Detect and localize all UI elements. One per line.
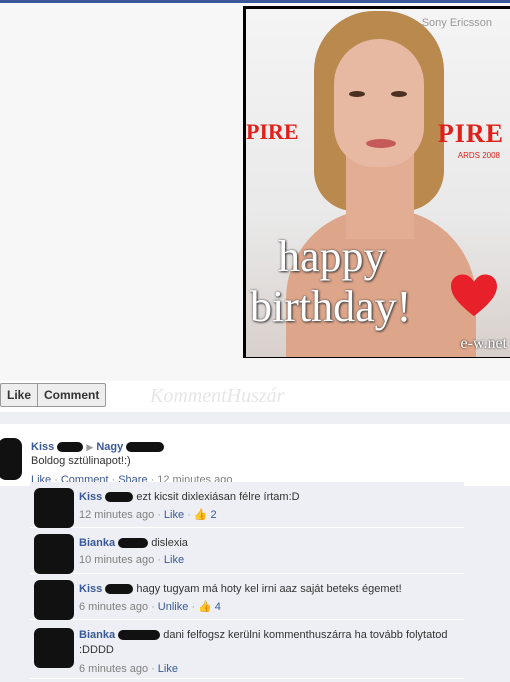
awards-text: ARDS 2008: [457, 151, 500, 160]
comment-meta: 12 minutes ago · Like · 👍 2: [79, 509, 217, 521]
redacted-name: [105, 492, 134, 503]
comment-like-link[interactable]: Like: [158, 663, 178, 675]
avatar[interactable]: [34, 628, 74, 668]
comment-author[interactable]: Kiss: [79, 583, 102, 595]
logo-right-text: PIRE: [437, 119, 504, 148]
post-header: Kiss ▶ Nagy: [31, 441, 165, 453]
author-name[interactable]: Kiss: [31, 441, 54, 453]
comment-timestamp: 6 minutes ago: [79, 663, 149, 675]
comment-timestamp: 6 minutes ago: [79, 601, 149, 613]
comment-like-link[interactable]: Like: [164, 554, 184, 566]
thumbs-up-icon: 👍: [193, 509, 208, 521]
comments-section: Kiss ▶ Nagy Boldog sztülinapot!:) Like · C…: [0, 412, 510, 682]
comment-item: Kiss hagy tugyam má hoty kel irni aaz sa…: [30, 574, 464, 620]
comment-button[interactable]: Comment: [37, 384, 105, 406]
comment-text: dislexia: [151, 537, 188, 549]
thumbs-up-icon: 👍: [198, 601, 212, 613]
comment-body: Bianka dislexia: [79, 536, 188, 551]
eye-right: [391, 91, 407, 97]
photo-credit: e-w.net: [460, 335, 508, 352]
avatar[interactable]: [0, 438, 22, 480]
comment-timestamp: 10 minutes ago: [79, 554, 155, 566]
post-text: Boldog sztülinapot!:): [31, 455, 131, 467]
lips: [366, 139, 396, 148]
redacted-name: [118, 538, 149, 549]
photo-frame[interactable]: Sony Ericsson PIRE PIRE ARDS 2008 happy …: [243, 6, 510, 358]
comment-text: hagy tugyam má hoty kel irni aaz saját b…: [136, 583, 402, 595]
redacted-name: [57, 442, 84, 453]
comment-body: Bianka dani felfogsz kerülni kommenthusz…: [79, 628, 449, 658]
arrow-icon: ▶: [86, 442, 94, 452]
avatar[interactable]: [34, 534, 74, 574]
comment-like-link[interactable]: Like: [164, 509, 184, 521]
birthday-photo: Sony Ericsson PIRE PIRE ARDS 2008 happy …: [246, 9, 510, 357]
eye-left: [349, 91, 365, 97]
wall-post: Kiss ▶ Nagy Boldog sztülinapot!:) Like · C…: [0, 424, 510, 486]
redacted-name: [118, 630, 161, 641]
photo-sponsor-text: Sony Ericsson: [421, 17, 492, 29]
logo-left-text: PIRE: [246, 119, 299, 144]
comment-item: Bianka dislexia 10 minutes ago · Like: [30, 528, 464, 574]
like-count[interactable]: 2: [211, 509, 217, 521]
photo-actions: Like Comment: [0, 383, 107, 407]
comment-meta: 6 minutes ago · Like: [79, 663, 178, 675]
comment-meta: 10 minutes ago · Like: [79, 554, 185, 566]
comment-meta: 6 minutes ago · Unlike · 👍 4: [79, 601, 221, 613]
photo-area: Sony Ericsson PIRE PIRE ARDS 2008 happy …: [0, 3, 510, 381]
happy-text: happy: [278, 232, 386, 281]
comment-body: Kiss ezt kicsit dixlexiásan félre írtam:…: [79, 490, 300, 505]
watermark: KommentHuszár: [150, 385, 285, 407]
comment-body: Kiss hagy tugyam má hoty kel irni aaz sa…: [79, 582, 402, 597]
avatar[interactable]: [34, 580, 74, 620]
comment-author[interactable]: Bianka: [79, 537, 115, 549]
redacted-name: [126, 442, 165, 453]
avatar[interactable]: [34, 488, 74, 528]
birthday-text: birthday!: [250, 282, 412, 331]
comment-text: ezt kicsit dixlexiásan félre írtam:D: [136, 491, 300, 503]
comment-item: Bianka dani felfogsz kerülni kommenthusz…: [30, 620, 464, 679]
redacted-name: [105, 584, 134, 595]
heart-icon: [451, 274, 497, 317]
comment-unlike-link[interactable]: Unlike: [158, 601, 189, 613]
like-button[interactable]: Like: [1, 384, 37, 406]
comment-item: Kiss ezt kicsit dixlexiásan félre írtam:…: [30, 482, 464, 528]
like-count[interactable]: 4: [215, 601, 221, 613]
target-name[interactable]: Nagy: [96, 441, 123, 453]
comment-author[interactable]: Bianka: [79, 629, 115, 641]
comment-timestamp: 12 minutes ago: [79, 509, 155, 521]
comment-author[interactable]: Kiss: [79, 491, 102, 503]
